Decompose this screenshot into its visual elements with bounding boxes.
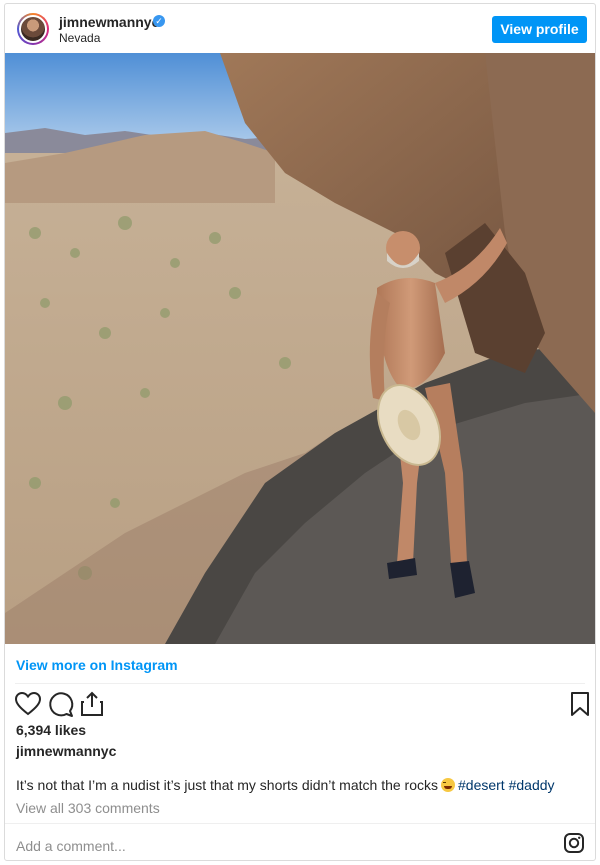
post-location[interactable]: Nevada — [59, 31, 100, 45]
bookmark-icon[interactable] — [565, 689, 595, 719]
share-icon[interactable] — [77, 689, 107, 719]
view-all-comments-link[interactable]: View all 303 comments — [16, 800, 160, 816]
post-photo[interactable] — [5, 53, 595, 644]
instagram-logo-icon[interactable] — [563, 832, 585, 854]
add-comment-input[interactable]: Add a comment... — [16, 838, 126, 854]
caption-text: It’s not that I’m a nudist it’s just tha… — [16, 777, 438, 793]
action-bar — [5, 689, 595, 721]
caption-username[interactable]: jimnewmannyc — [16, 743, 116, 759]
post-header: jimnewmannyc ✓ Nevada View profile — [5, 4, 595, 54]
post-caption: It’s not that I’m a nudist it’s just tha… — [16, 777, 555, 793]
comment-icon[interactable] — [45, 689, 75, 719]
avatar[interactable] — [17, 13, 49, 45]
hashtag-daddy[interactable]: #daddy — [509, 777, 555, 793]
laughing-emoji-icon — [441, 778, 455, 792]
avatar-image — [19, 15, 47, 43]
post-username[interactable]: jimnewmannyc — [59, 14, 159, 30]
instagram-embed-card: jimnewmannyc ✓ Nevada View profile View … — [4, 3, 596, 861]
view-more-on-instagram-link[interactable]: View more on Instagram — [16, 657, 178, 673]
view-profile-button[interactable]: View profile — [492, 16, 587, 43]
likes-count[interactable]: 6,394 likes — [16, 722, 86, 738]
heart-icon[interactable] — [13, 689, 43, 719]
desert-photo-illustration — [5, 53, 595, 644]
divider — [5, 823, 595, 824]
divider — [15, 683, 585, 684]
verified-badge-icon: ✓ — [153, 15, 165, 27]
hashtag-desert[interactable]: #desert — [458, 777, 505, 793]
